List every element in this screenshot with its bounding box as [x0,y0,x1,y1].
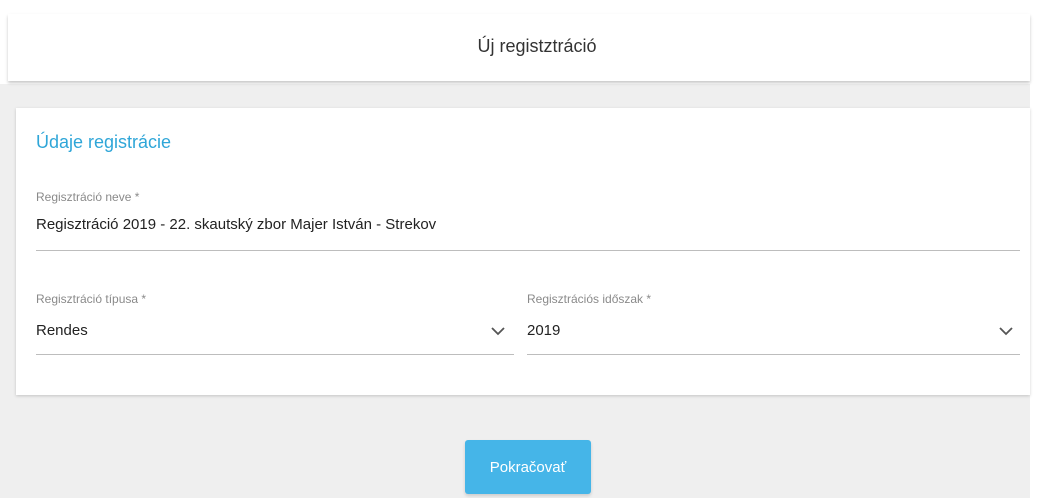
registration-details-card: Údaje registrácie Regisztráció neve * Re… [16,108,1030,395]
registration-period-label: Regisztrációs időszak * [527,292,652,306]
registration-period-underline [527,354,1020,355]
registration-type-underline [36,354,514,355]
registration-type-label: Regisztráció típusa * [36,292,147,306]
registration-name-underline [36,250,1020,251]
registration-name-label: Regisztráció neve * [36,190,140,204]
page-header: Új registztráció [8,14,1030,81]
chevron-down-icon[interactable] [490,326,506,336]
registration-type-select[interactable]: Rendes [36,322,88,339]
section-title: Údaje registrácie [36,132,172,152]
page-title: Új registztráció [477,36,597,56]
chevron-down-icon[interactable] [998,326,1014,336]
registration-name-input[interactable]: Regisztráció 2019 - 22. skautský zbor Ma… [36,216,436,233]
registration-period-select[interactable]: 2019 [527,322,560,339]
page: Új registztráció Údaje registrácie Regis… [0,0,1040,498]
continue-button[interactable]: Pokračovať [465,440,591,494]
